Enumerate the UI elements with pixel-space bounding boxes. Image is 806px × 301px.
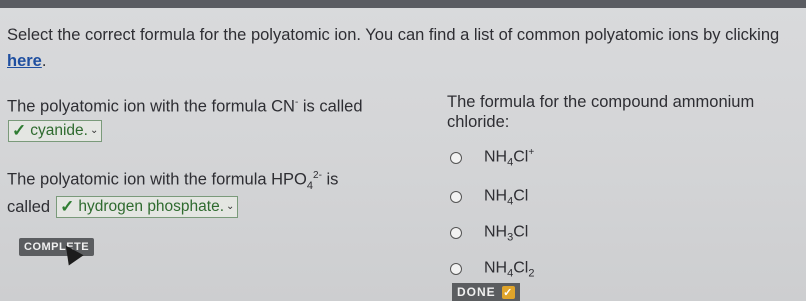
formula-label: NH3Cl <box>484 222 529 243</box>
radio-button[interactable] <box>450 262 462 275</box>
instructions: Select the correct formula for the polya… <box>7 22 802 74</box>
hydrogen-phosphate-dropdown[interactable]: ✓ hydrogen phosphate. ⌄ <box>56 196 239 218</box>
check-icon: ✓ <box>60 197 75 216</box>
formula-rest: Cl <box>513 187 529 205</box>
formula-base: NH <box>484 187 508 205</box>
instructions-end: . <box>41 52 47 70</box>
formula-base: NH <box>484 148 508 166</box>
q2-called-text: called <box>7 197 51 216</box>
q1-text-prefix: The polyatomic ion with the formula CN <box>7 97 295 116</box>
formula-sub2: 2 <box>528 267 535 280</box>
answer-option[interactable]: NH4Cl <box>450 186 528 208</box>
done-label: DONE <box>457 285 496 299</box>
top-bar <box>0 0 806 8</box>
q1-text-suffix: is called <box>298 97 363 116</box>
q2-text-suffix: is <box>321 170 339 189</box>
check-icon: ✓ <box>12 121 27 140</box>
formula-sup: + <box>528 147 535 158</box>
formula-label: NH4Cl+ <box>484 147 534 169</box>
check-icon: ✓ <box>501 285 515 299</box>
cyanide-dropdown-value: cyanide. <box>30 122 88 139</box>
question-2-text: The polyatomic ion with the formula HPO4… <box>7 170 338 192</box>
radio-button[interactable] <box>450 190 462 203</box>
question-2-line2: called ✓ hydrogen phosphate. ⌄ <box>7 196 239 218</box>
formula-rest: Cl <box>513 148 529 166</box>
formula-base: NH <box>484 259 508 277</box>
radio-button[interactable] <box>450 226 462 239</box>
q2-subscript: 4 <box>306 179 314 192</box>
q2-superscript: 2- <box>313 170 322 181</box>
formula-label: NH4Cl <box>484 186 529 207</box>
chevron-down-icon: ⌄ <box>226 201 235 212</box>
formula-label: NH4Cl2 <box>484 258 535 280</box>
chevron-down-icon: ⌄ <box>89 125 99 136</box>
formula-base: NH <box>484 223 508 241</box>
cyanide-dropdown[interactable]: ✓ cyanide. ⌄ <box>8 120 103 142</box>
hydrogen-phosphate-dropdown-value: hydrogen phosphate. <box>78 198 225 215</box>
q2-text-prefix: The polyatomic ion with the formula HPO <box>7 170 307 189</box>
formula-rest: Cl <box>513 259 529 277</box>
question-3-text: The formula for the compound ammonium ch… <box>447 93 755 131</box>
done-button[interactable]: DONE ✓ <box>452 283 520 301</box>
question-1-text: The polyatomic ion with the formula CN- … <box>7 97 363 117</box>
answer-option[interactable]: NH4Cl+ <box>450 147 534 169</box>
answer-option[interactable]: NH3Cl <box>450 222 528 244</box>
instructions-text: Select the correct formula for the polya… <box>7 26 780 44</box>
here-link[interactable]: here <box>7 52 42 70</box>
answer-option[interactable]: NH4Cl2 <box>450 258 534 280</box>
radio-button[interactable] <box>450 151 462 164</box>
formula-rest: Cl <box>513 223 529 241</box>
